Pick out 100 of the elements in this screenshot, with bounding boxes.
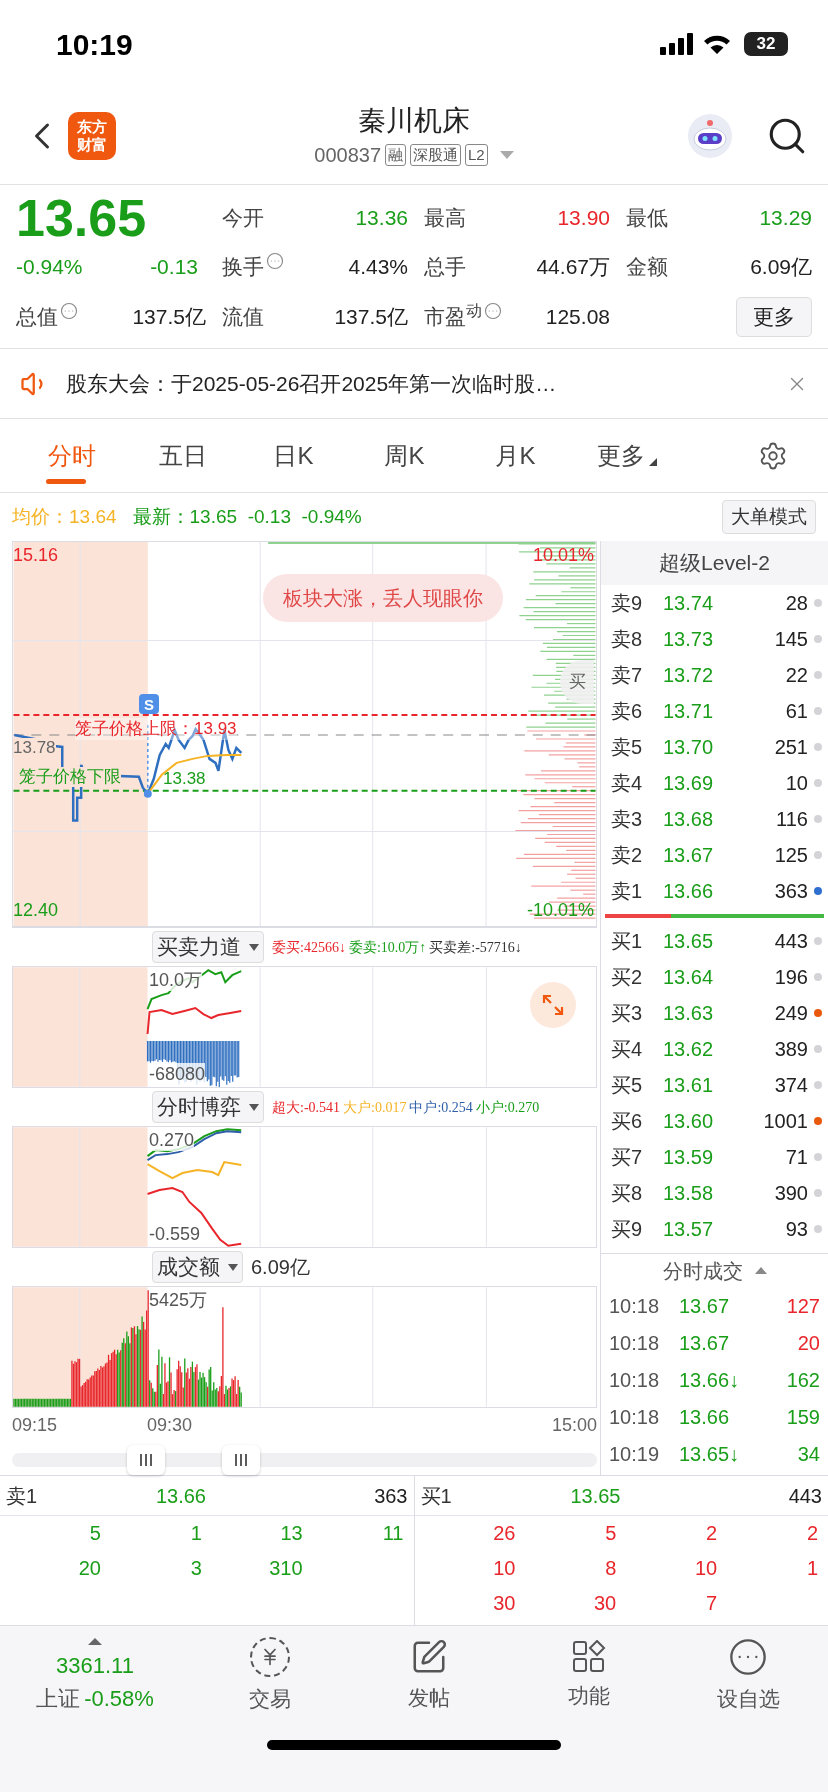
expand-icon[interactable] <box>530 982 576 1028</box>
yen-exchange-icon <box>249 1637 290 1678</box>
trade-time: 10:18 <box>609 1367 661 1393</box>
robot-avatar-icon[interactable] <box>686 112 734 160</box>
book-volume: 10 <box>784 771 808 796</box>
book-volume: 374 <box>773 1073 808 1098</box>
trade-volume: 20 <box>796 1330 820 1356</box>
book-volume: 390 <box>773 1181 808 1206</box>
queue-order: 7 <box>705 1591 718 1616</box>
axis-max-label: 5425万 <box>149 1289 208 1311</box>
caret-icon[interactable] <box>499 151 514 159</box>
book-level-label: 买6 <box>611 1109 644 1134</box>
status-time: 10:19 <box>56 26 133 63</box>
book-level-label: 买3 <box>611 1001 644 1026</box>
prev-close-price: 13.78 <box>13 738 56 758</box>
book-volume: 389 <box>773 1037 808 1062</box>
nav-item[interactable]: 交易 <box>190 1637 350 1715</box>
chart-tab[interactable]: 周K <box>349 419 460 492</box>
index-quote[interactable]: 3361.11 上证 -0.58% <box>0 1637 190 1715</box>
average-price: 均价：13.64 <box>12 504 117 529</box>
book-price: 13.59 <box>663 1145 715 1170</box>
indicator-chart[interactable]: 5425万 <box>12 1287 597 1407</box>
caret-icon[interactable] <box>754 1267 767 1274</box>
range-slider-handle[interactable] <box>126 1445 165 1475</box>
settings-icon[interactable] <box>758 440 788 471</box>
axis-max-price: 15.16 <box>13 544 59 567</box>
nav-item[interactable]: 发帖 <box>349 1638 509 1714</box>
book-level-label: 买2 <box>611 965 644 990</box>
indicator-selector[interactable]: 分时博弈 <box>152 1091 264 1123</box>
chart-tab[interactable]: 日K <box>238 419 349 492</box>
book-volume: 71 <box>784 1145 808 1170</box>
indicator-legend: 6.09亿 <box>251 1252 310 1282</box>
book-volume: 116 <box>775 807 808 832</box>
book-level-label: 买9 <box>611 1217 644 1242</box>
book-level-label: 卖5 <box>611 735 644 760</box>
book-volume: 443 <box>773 929 808 954</box>
big-order-mode-button[interactable]: 大单模式 <box>722 500 816 534</box>
queue-order: 2 <box>805 1521 818 1546</box>
indicator-chart[interactable]: 0.270 -0.559 <box>12 1127 597 1247</box>
book-level-label: 买1 <box>611 929 644 954</box>
book-price: 13.62 <box>663 1037 715 1062</box>
lower-limit-label: 笼子价格下限 <box>19 767 121 787</box>
stat-value: 4.43% <box>348 254 408 281</box>
nav-item[interactable]: 设自选 <box>668 1637 828 1715</box>
current-price: 13.65 <box>16 192 148 244</box>
time-label: 09:30 <box>147 1414 193 1437</box>
book-level-label: 卖8 <box>611 627 644 652</box>
trade-volume: 159 <box>785 1404 820 1430</box>
book-volume: 145 <box>773 627 808 652</box>
book-level-label: 卖3 <box>611 807 644 832</box>
nav-item[interactable]: 功能 <box>509 1640 669 1712</box>
book-level-label: 卖2 <box>611 843 644 868</box>
index-change: -0.58% <box>84 1684 154 1713</box>
stat-value: 6.09亿 <box>750 254 812 281</box>
buy-float-button[interactable]: 买 <box>560 660 594 704</box>
range-slider-handle[interactable] <box>221 1445 260 1475</box>
chart-tab[interactable]: 更多 <box>571 419 682 492</box>
chart-tab[interactable]: 五日 <box>127 419 238 492</box>
queue-order: 1 <box>805 1556 818 1581</box>
book-level-label: 卖7 <box>611 663 644 688</box>
stock-name: 秦川机床 <box>358 104 470 138</box>
book-volume: 1001 <box>762 1109 808 1134</box>
queue-volume: 363 <box>373 1483 408 1509</box>
book-volume: 61 <box>784 699 808 724</box>
chart-tab[interactable]: 月K <box>460 419 571 492</box>
book-level-label: 卖4 <box>611 771 644 796</box>
trade-time: 10:18 <box>609 1404 661 1430</box>
indicator-chart[interactable]: 10.0万 -68080 <box>12 967 597 1087</box>
info-icon[interactable] <box>266 252 284 270</box>
indicator-selector[interactable]: 成交额 <box>152 1251 243 1283</box>
book-level-label: 买5 <box>611 1073 644 1098</box>
indicator-legend: 大户:0.017 <box>343 1096 407 1118</box>
time-label: 09:15 <box>12 1414 58 1437</box>
stat-label: 今开 <box>222 205 264 232</box>
stat-label: 市盈$^{动}$ <box>424 301 482 331</box>
price-chart[interactable]: 15.16 12.40 10.01% -10.01% 13.78 笼子价格上限：13.93 笼子价格下限 13.38 S 板块大涨，丢人现眼你 买 <box>12 541 597 927</box>
book-price: 13.63 <box>663 1001 715 1026</box>
book-price: 13.73 <box>663 627 715 652</box>
notice-text[interactable]: 股东大会：于2025-05-26召开2025年第一次临时股… <box>66 367 786 400</box>
stat-label: 金额 <box>626 254 668 281</box>
grid-icon <box>571 1640 606 1675</box>
book-price: 13.68 <box>663 807 715 832</box>
book-price: 13.57 <box>663 1217 715 1242</box>
indicator-legend: 超大:-0.541 <box>272 1096 341 1118</box>
axis-max-percent: 10.01% <box>532 544 594 567</box>
info-icon[interactable] <box>484 302 502 320</box>
change-amount: -0.13 <box>150 254 198 281</box>
info-icon[interactable] <box>60 302 78 320</box>
queue-order: 10 <box>492 1556 516 1581</box>
wifi-icon <box>702 33 732 55</box>
range-slider[interactable] <box>12 1445 597 1475</box>
caret-icon <box>228 1263 238 1271</box>
trades-title: 分时成交 <box>662 1258 743 1284</box>
book-price: 13.65 <box>663 929 715 954</box>
more-button[interactable]: 更多 <box>736 297 812 337</box>
queue-order: 2 <box>705 1521 718 1546</box>
indicator-selector[interactable]: 买卖力道 <box>152 931 264 963</box>
queue-order: 310 <box>268 1556 303 1581</box>
caret-icon <box>88 1637 102 1645</box>
index-value: 3361.11 <box>56 1651 134 1680</box>
